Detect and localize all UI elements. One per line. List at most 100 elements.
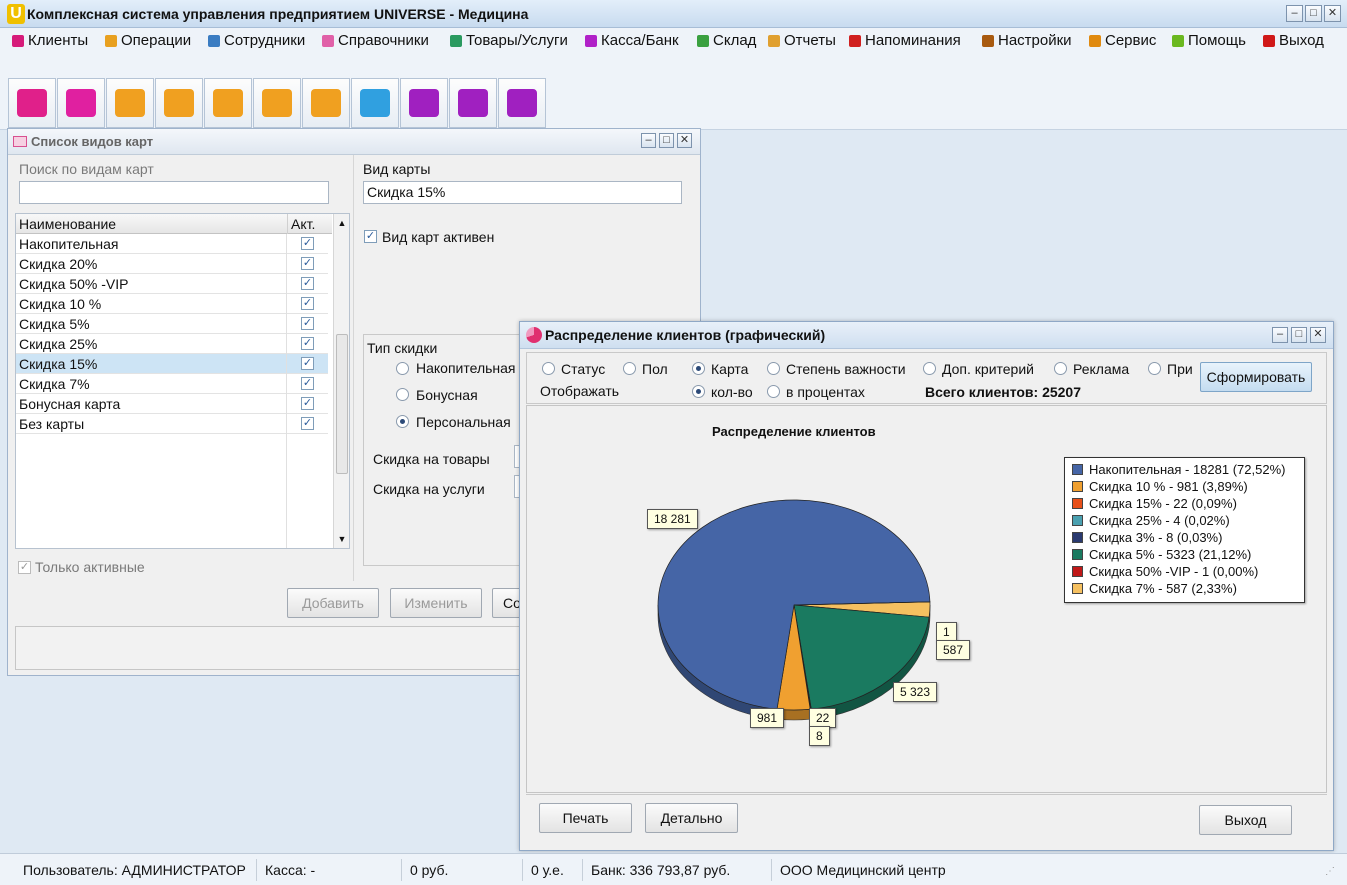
toolbar-button-4[interactable] [204, 78, 252, 128]
row-name: Скидка 15% [19, 356, 98, 372]
legend-entry: Скидка 10 % - 981 (3,89%) [1072, 478, 1304, 495]
group-extra-criterion-radio[interactable] [923, 362, 936, 375]
data-label: 8 [809, 726, 830, 746]
chart-exit-button[interactable]: Выход [1199, 805, 1292, 835]
group-advertising-radio[interactable] [1054, 362, 1067, 375]
status-ue: 0 у.е. [522, 859, 564, 881]
menu-item-11[interactable]: Помощь [1172, 32, 1246, 49]
row-active-checkbox[interactable]: ✓ [301, 337, 314, 350]
build-chart-button[interactable]: Сформировать [1200, 362, 1312, 392]
discount-goods-label: Скидка на товары [373, 451, 490, 467]
menu-item-2[interactable]: Сотрудники [208, 32, 305, 49]
card-window-maximize-button[interactable]: □ [659, 133, 674, 148]
table-row[interactable]: Без карты ✓ [16, 414, 328, 434]
table-row[interactable]: Скидка 25% ✓ [16, 334, 328, 354]
show-count-radio[interactable] [692, 385, 705, 398]
menu-item-4[interactable]: Товары/Услуги [450, 32, 568, 49]
menu-item-0[interactable]: Клиенты [12, 32, 88, 49]
menu-item-10[interactable]: Сервис [1089, 32, 1156, 49]
menu-item-label: Сотрудники [224, 32, 306, 49]
data-label: 587 [936, 640, 971, 660]
table-row[interactable]: Скидка 15% ✓ [16, 354, 328, 374]
chart-window-maximize-button[interactable]: □ [1291, 327, 1307, 343]
reminders-icon [849, 34, 861, 47]
group-status-radio[interactable] [542, 362, 555, 375]
menu-item-7[interactable]: Отчеты [768, 32, 836, 49]
staff-icon [115, 89, 145, 117]
menu-item-6[interactable]: Склад [697, 32, 756, 49]
legend-swatch [1072, 464, 1083, 475]
detail-button[interactable]: Детально [645, 803, 738, 833]
toolbar-button-2[interactable] [106, 78, 154, 128]
table-row[interactable]: Скидка 20% ✓ [16, 254, 328, 274]
group-importance-radio[interactable] [767, 362, 780, 375]
font-icon [213, 89, 243, 117]
search-input[interactable] [19, 181, 329, 204]
table-row[interactable]: Скидка 5% ✓ [16, 314, 328, 334]
row-active-checkbox[interactable]: ✓ [301, 257, 314, 270]
toolbar-button-8[interactable] [400, 78, 448, 128]
table-row[interactable]: Бонусная карта ✓ [16, 394, 328, 414]
chart-window-titlebar: Распределение клиентов (графический) – □… [520, 322, 1333, 349]
resize-grip-icon[interactable]: ⋰ [1325, 866, 1335, 877]
toolbar-button-3[interactable] [155, 78, 203, 128]
row-active-checkbox[interactable]: ✓ [301, 397, 314, 410]
legend-entry: Скидка 15% - 22 (0,09%) [1072, 495, 1304, 512]
row-active-checkbox[interactable]: ✓ [301, 417, 314, 430]
calendar-icon [311, 89, 341, 117]
card-window-minimize-button[interactable]: – [641, 133, 656, 148]
table-row[interactable]: Скидка 10 % ✓ [16, 294, 328, 314]
table-row[interactable]: Скидка 7% ✓ [16, 374, 328, 394]
toolbar-button-0[interactable] [8, 78, 56, 128]
group-reason-radio[interactable] [1148, 362, 1161, 375]
menu-item-3[interactable]: Справочники [322, 32, 429, 49]
warehouse-icon [697, 34, 709, 47]
close-button[interactable]: ✕ [1324, 5, 1341, 22]
row-active-checkbox[interactable]: ✓ [301, 357, 314, 370]
menu-item-9[interactable]: Настройки [982, 32, 1072, 49]
menu-item-12[interactable]: Выход [1263, 32, 1324, 49]
table-row[interactable]: Накопительная ✓ [16, 234, 328, 254]
toolbar-button-1[interactable] [57, 78, 105, 128]
group-advertising-label: Реклама [1073, 361, 1130, 377]
chart-window-close-button[interactable]: ✕ [1310, 327, 1326, 343]
card-window-close-button[interactable]: ✕ [677, 133, 692, 148]
column-active-header[interactable]: Акт. [287, 214, 315, 234]
card-types-title: Список видов карт [31, 134, 154, 149]
scroll-thumb[interactable] [336, 334, 348, 474]
table-row[interactable]: Скидка 50% -VIP ✓ [16, 274, 328, 294]
menu-item-5[interactable]: Касса/Банк [585, 32, 679, 49]
group-card-radio[interactable] [692, 362, 705, 375]
toolbar-button-9[interactable] [449, 78, 497, 128]
edit-button[interactable]: Изменить [390, 588, 482, 618]
toolbar-button-10[interactable] [498, 78, 546, 128]
chart-window-minimize-button[interactable]: – [1272, 327, 1288, 343]
group-gender-radio[interactable] [623, 362, 636, 375]
row-active-checkbox[interactable]: ✓ [301, 297, 314, 310]
card-type-input[interactable]: Скидка 15% [363, 181, 682, 204]
scroll-down-arrow-icon[interactable]: ▼ [334, 530, 350, 548]
radio-personal[interactable] [396, 415, 409, 428]
print-button[interactable]: Печать [539, 803, 632, 833]
column-name-header[interactable]: Наименование [19, 216, 116, 232]
row-active-checkbox[interactable]: ✓ [301, 377, 314, 390]
add-button[interactable]: Добавить [287, 588, 379, 618]
minimize-button[interactable]: – [1286, 5, 1303, 22]
card-active-checkbox[interactable]: ✓ [364, 230, 377, 243]
radio-accumulative[interactable] [396, 362, 409, 375]
toolbar-button-5[interactable] [253, 78, 301, 128]
toolbar-button-7[interactable] [351, 78, 399, 128]
row-active-checkbox[interactable]: ✓ [301, 317, 314, 330]
table-scrollbar[interactable]: ▲ ▼ [333, 214, 349, 548]
toolbar-button-6[interactable] [302, 78, 350, 128]
discount-type-label: Тип скидки [367, 340, 438, 356]
maximize-button[interactable]: □ [1305, 5, 1322, 22]
row-active-checkbox[interactable]: ✓ [301, 277, 314, 290]
row-active-checkbox[interactable]: ✓ [301, 237, 314, 250]
only-active-checkbox[interactable]: ✓ [18, 561, 31, 574]
show-percent-radio[interactable] [767, 385, 780, 398]
scroll-up-arrow-icon[interactable]: ▲ [334, 214, 350, 232]
menu-item-8[interactable]: Напоминания [849, 32, 961, 49]
menu-item-1[interactable]: Операции [105, 32, 191, 49]
radio-bonus[interactable] [396, 388, 409, 401]
